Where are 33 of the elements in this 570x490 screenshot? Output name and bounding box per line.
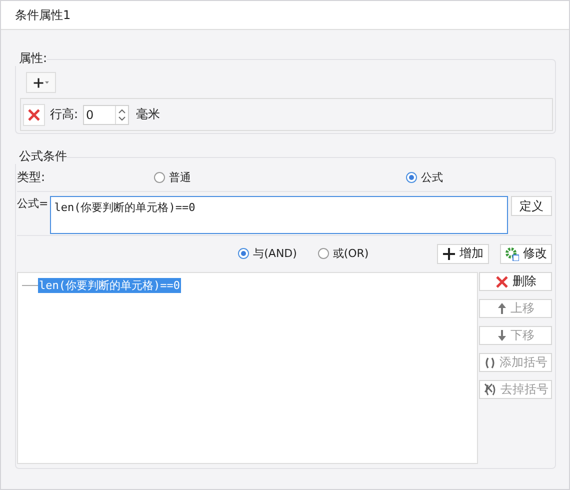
formula-label: 公式= <box>17 196 48 212</box>
remove-parentheses-icon <box>482 383 496 396</box>
plus-icon <box>33 76 44 90</box>
radio-button[interactable] <box>318 248 329 260</box>
group-title: 属性: <box>15 50 48 66</box>
radio-button[interactable] <box>406 172 417 184</box>
delete-icon <box>494 274 508 289</box>
delete-button[interactable] <box>23 104 45 126</box>
row-height-label: 行高: <box>50 106 78 124</box>
add-dropdown-button[interactable] <box>26 72 56 94</box>
radio-label[interactable]: 与(AND) <box>253 246 297 262</box>
radio-label[interactable]: 普通 <box>169 170 191 186</box>
parentheses-icon <box>484 356 496 369</box>
type-label: 类型: <box>17 169 46 186</box>
group-title: 公式条件 <box>15 148 67 164</box>
define-button[interactable]: 定义 <box>511 196 552 216</box>
up-arrow-icon <box>496 302 506 316</box>
radio-button[interactable] <box>154 172 165 184</box>
caret-icon <box>45 80 49 85</box>
down-arrow-icon <box>496 329 506 342</box>
unit-label: 毫米 <box>136 106 160 124</box>
row-height-spinner[interactable]: 0 <box>83 104 130 125</box>
delete-button[interactable]: 删除 <box>479 272 552 292</box>
modify-button[interactable]: 修改 <box>500 244 552 264</box>
radio-button[interactable] <box>238 248 250 260</box>
radio-label[interactable]: 公式 <box>421 170 443 186</box>
formula-field[interactable]: len(你要判断的单元格)==0 <box>50 196 508 234</box>
gear-icon <box>505 246 520 261</box>
window-title: 条件属性1 <box>1 1 569 30</box>
add-button[interactable]: 增加 <box>437 244 490 264</box>
delete-icon <box>27 108 41 122</box>
radio-label[interactable]: 或(OR) <box>332 246 369 262</box>
plus-icon <box>443 248 456 260</box>
